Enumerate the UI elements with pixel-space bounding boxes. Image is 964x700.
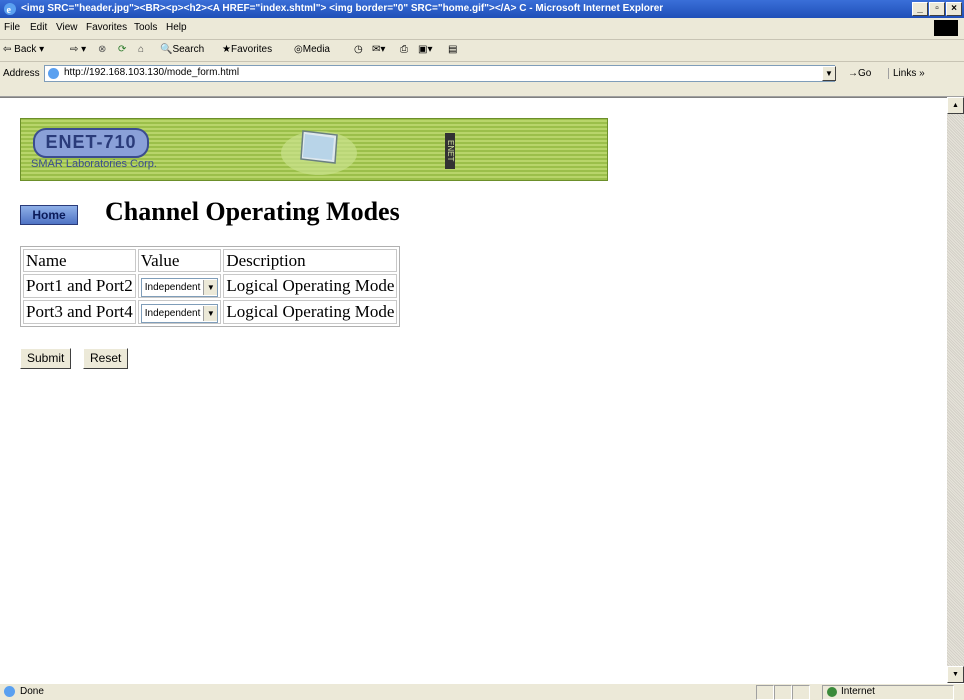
scroll-down-icon[interactable]: ▼ — [947, 666, 964, 683]
menu-help[interactable]: Help — [166, 22, 187, 33]
row-value-cell: Independent ▼ — [137, 300, 222, 324]
window-title: <img SRC="header.jpg"><BR><p><h2><A HREF… — [21, 3, 664, 14]
stop-icon[interactable]: ⊗ — [98, 44, 106, 55]
monitor-icon — [281, 130, 357, 175]
table-header-row: Name Value Description — [23, 249, 398, 272]
page-done-icon — [4, 686, 15, 697]
scroll-up-icon[interactable]: ▲ — [947, 97, 964, 114]
row-name: Port3 and Port4 — [23, 300, 136, 324]
page-icon — [48, 68, 59, 79]
svg-text:e: e — [7, 5, 12, 16]
address-url: http://192.168.103.130/mode_form.html — [64, 67, 240, 78]
header-value: Value — [137, 249, 222, 272]
page-title: Channel Operating Modes — [105, 197, 400, 226]
menu-file[interactable]: File — [4, 22, 20, 33]
history-icon[interactable]: ◷ — [354, 44, 363, 55]
favorites-label: Favorites — [230, 44, 273, 55]
address-input[interactable]: http://192.168.103.130/mode_form.html — [44, 65, 835, 82]
media-button[interactable]: ◎Media — [294, 44, 330, 55]
back-button[interactable]: ⇦ Back ▾ — [3, 44, 44, 55]
submit-button[interactable]: Submit — [20, 348, 72, 369]
home-link[interactable]: Home — [20, 205, 78, 225]
links-label: Links — [893, 68, 917, 79]
status-bar: Done Internet — [0, 683, 964, 700]
favorites-button[interactable]: ★Favorites — [222, 44, 272, 55]
mail-icon[interactable]: ✉▾ — [372, 44, 385, 55]
maximize-button[interactable]: ▫ — [929, 2, 945, 16]
table-row: Port1 and Port2 Independent ▼ Logical Ope… — [23, 274, 398, 298]
enet-logo: ENET-710 — [33, 128, 149, 158]
menu-tools[interactable]: Tools — [134, 22, 157, 33]
header-description: Description — [223, 249, 398, 272]
page-content: ENET-710 SMAR Laboratories Corp. ENET Ho… — [0, 97, 947, 684]
header-banner: ENET-710 SMAR Laboratories Corp. ENET — [20, 118, 608, 181]
close-button[interactable]: × — [946, 2, 962, 16]
address-label: Address — [3, 68, 40, 79]
status-cell — [756, 685, 774, 700]
ie-icon: e — [4, 3, 16, 16]
discuss-icon[interactable]: ▤ — [448, 44, 457, 55]
vertical-scrollbar[interactable]: ▲ ▼ — [947, 97, 964, 683]
mode-select-port1-port2[interactable]: Independent ▼ — [140, 278, 219, 297]
row-value-cell: Independent ▼ — [137, 274, 222, 298]
forward-button[interactable]: ⇨ ▾ — [70, 44, 86, 55]
search-label: Search — [172, 44, 205, 55]
minimize-button[interactable]: _ — [912, 2, 928, 16]
back-label: Back — [14, 44, 37, 55]
mode-select-port3-port4[interactable]: Independent ▼ — [140, 304, 219, 323]
zone-label: Internet — [841, 686, 875, 697]
go-label: Go — [858, 68, 872, 79]
status-cell — [792, 685, 810, 700]
select-value: Independent — [144, 308, 201, 319]
search-button[interactable]: 🔍Search — [160, 44, 204, 55]
globe-icon — [827, 687, 837, 697]
print-icon[interactable]: ⎙ — [400, 44, 408, 55]
media-label: Media — [302, 44, 330, 55]
status-cell — [774, 685, 792, 700]
row-description: Logical Operating Mode — [223, 300, 398, 324]
address-bar: Address http://192.168.103.130/mode_form… — [0, 62, 964, 97]
address-dropdown-icon[interactable]: ▼ — [822, 66, 836, 81]
menu-edit[interactable]: Edit — [30, 22, 47, 33]
enet-vertical-label: ENET — [445, 133, 455, 169]
security-zone: Internet — [822, 685, 954, 700]
header-name: Name — [23, 249, 136, 272]
modes-table: Name Value Description Port1 and Port2 I… — [20, 246, 401, 327]
chevron-down-icon: ▼ — [203, 280, 218, 295]
company-name: SMAR Laboratories Corp. — [31, 158, 157, 170]
row-name: Port1 and Port2 — [23, 274, 136, 298]
title-bar: e <img SRC="header.jpg"><BR><p><h2><A HR… — [0, 0, 964, 18]
go-button[interactable]: →Go — [848, 68, 871, 79]
menu-favorites[interactable]: Favorites — [86, 22, 127, 33]
toolbar: ⇦ Back ▾ ⇨ ▾ ⊗ ⟳ ⌂ 🔍Search ★Favorites ◎M… — [0, 40, 964, 62]
chevron-down-icon: ▼ — [203, 306, 218, 321]
edit-icon[interactable]: ▣▾ — [418, 44, 432, 55]
refresh-icon[interactable]: ⟳ — [118, 44, 126, 55]
reset-button[interactable]: Reset — [83, 348, 129, 369]
table-row: Port3 and Port4 Independent ▼ Logical Ope… — [23, 300, 398, 324]
windows-logo-icon — [934, 20, 958, 36]
menu-view[interactable]: View — [56, 22, 78, 33]
menu-bar: File Edit View Favorites Tools Help — [0, 18, 964, 40]
row-description: Logical Operating Mode — [223, 274, 398, 298]
links-button[interactable]: Links » — [888, 68, 925, 79]
select-value: Independent — [144, 282, 201, 293]
status-text: Done — [20, 686, 44, 697]
home-icon[interactable]: ⌂ — [138, 44, 144, 55]
